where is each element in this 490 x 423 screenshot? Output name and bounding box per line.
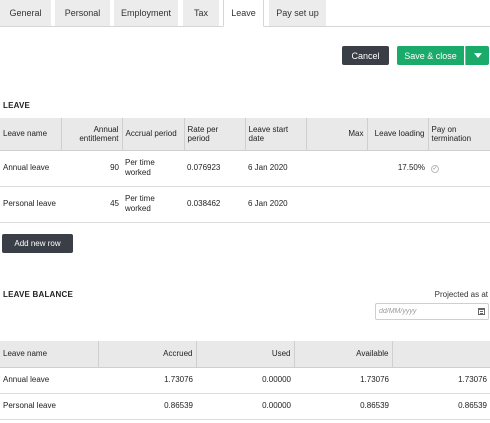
check-icon[interactable]: ✓ xyxy=(431,165,439,173)
col-leave-loading: Leave loading xyxy=(367,118,429,151)
projected-cell: 0.86539 xyxy=(392,393,490,420)
calendar-icon[interactable] xyxy=(478,308,485,315)
col-used: Used xyxy=(196,341,295,368)
tab-employment[interactable]: Employment xyxy=(114,0,178,26)
leave-balance-section-title: LEAVE BALANCE xyxy=(3,290,74,299)
leave-table-header: Leave name Annual entitlement Accrual pe… xyxy=(0,118,490,151)
tab-personal[interactable]: Personal xyxy=(55,0,110,26)
leave-table: Leave name Annual entitlement Accrual pe… xyxy=(0,118,490,223)
leave-name-cell[interactable]: Personal leave xyxy=(0,186,61,223)
pay-on-termination-cell[interactable] xyxy=(428,186,490,223)
col-annual-entitlement: Annual entitlement xyxy=(61,118,123,151)
col-projected xyxy=(392,341,490,368)
save-and-close-button[interactable]: Save & close xyxy=(397,46,464,65)
start-date-cell[interactable]: 6 Jan 2020 xyxy=(245,150,306,187)
col-accrued: Accrued xyxy=(98,341,197,368)
projected-date-input[interactable] xyxy=(375,303,489,320)
projected-as-at-label: Projected as at xyxy=(434,290,488,299)
loading-cell[interactable]: 17.50% xyxy=(367,150,428,187)
balance-leave-name-cell: Annual leave xyxy=(0,367,98,394)
leave-balance-header: Leave name Accrued Used Available xyxy=(0,341,490,368)
max-cell[interactable] xyxy=(306,186,367,223)
balance-leave-name-cell: Personal leave xyxy=(0,393,98,420)
start-date-cell[interactable]: 6 Jan 2020 xyxy=(245,186,306,223)
rate-cell[interactable]: 0.038462 xyxy=(184,186,245,223)
used-cell: 0.00000 xyxy=(196,393,294,420)
max-cell[interactable] xyxy=(306,150,367,187)
col-leave-name: Leave name xyxy=(0,118,62,151)
col-accrual-period: Accrual period xyxy=(122,118,185,151)
leave-balance-table: Leave name Accrued Used Available Annual… xyxy=(0,341,490,420)
rate-cell[interactable]: 0.076923 xyxy=(184,150,245,187)
table-row: Personal leave 0.86539 0.00000 0.86539 0… xyxy=(0,393,490,420)
tab-general[interactable]: General xyxy=(0,0,51,26)
tab-pay-set-up[interactable]: Pay set up xyxy=(269,0,326,26)
tab-leave[interactable]: Leave xyxy=(223,0,264,27)
entitlement-cell[interactable]: 45 xyxy=(61,186,122,223)
col-available: Available xyxy=(294,341,393,368)
col-pay-on-termination: Pay on termination xyxy=(428,118,490,151)
chevron-down-icon xyxy=(473,53,482,58)
tab-tax[interactable]: Tax xyxy=(183,0,219,26)
accrued-cell: 0.86539 xyxy=(98,393,196,420)
loading-cell[interactable] xyxy=(367,186,428,223)
accrual-cell[interactable]: Per time worked xyxy=(122,186,184,223)
available-cell: 1.73076 xyxy=(294,367,392,394)
used-cell: 0.00000 xyxy=(196,367,294,394)
col-leave-start-date: Leave start date xyxy=(245,118,307,151)
accrual-cell[interactable]: Per time worked xyxy=(122,150,184,187)
col-leave-name: Leave name xyxy=(0,341,99,368)
table-row: Annual leave 1.73076 0.00000 1.73076 1.7… xyxy=(0,367,490,394)
add-new-row-button[interactable]: Add new row xyxy=(2,234,73,253)
col-max: Max xyxy=(306,118,368,151)
accrued-cell: 1.73076 xyxy=(98,367,196,394)
projected-cell: 1.73076 xyxy=(392,367,490,394)
cancel-button[interactable]: Cancel xyxy=(342,46,389,65)
leave-name-cell[interactable]: Annual leave xyxy=(0,150,61,187)
table-row[interactable]: Annual leave 90 Per time worked 0.076923… xyxy=(0,150,490,187)
leave-section-title: LEAVE xyxy=(3,101,31,110)
pay-on-termination-cell[interactable]: ✓ xyxy=(428,150,490,187)
col-rate-per-period: Rate per period xyxy=(184,118,246,151)
table-row[interactable]: Personal leave 45 Per time worked 0.0384… xyxy=(0,186,490,223)
entitlement-cell[interactable]: 90 xyxy=(61,150,122,187)
tab-bar: General Personal Employment Tax Leave Pa… xyxy=(0,0,490,27)
available-cell: 0.86539 xyxy=(294,393,392,420)
save-options-dropdown[interactable] xyxy=(465,46,489,65)
